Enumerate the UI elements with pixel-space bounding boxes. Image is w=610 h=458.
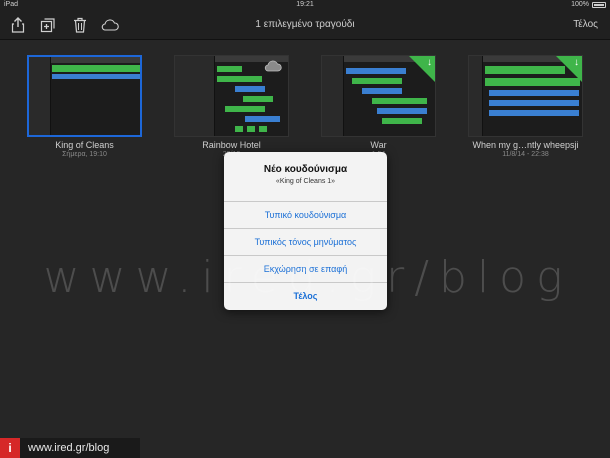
project-date: 11/8/14 - 22:38	[502, 151, 549, 158]
sheet-header: Νέο κουδούνισμα «King of Cleans 1»	[224, 152, 387, 202]
project-name: King of Cleans	[55, 140, 114, 150]
project-name: War	[370, 140, 387, 150]
project-rainbow-hotel[interactable]: Rainbow Hotel 23/12	[174, 55, 289, 158]
download-icon: ↓	[427, 57, 432, 68]
done-button[interactable]: Τέλος	[573, 19, 598, 30]
project-when-my-guitar[interactable]: ↓ When my g…ntly wheepsji 11/8/14 - 22:3…	[468, 55, 583, 158]
project-king-of-cleans[interactable]: King of Cleans Σήμερα, 19:10	[27, 55, 142, 158]
watermark-text: www.ired.gr/blog	[43, 252, 573, 303]
clock: 19:21	[296, 1, 314, 8]
project-thumbnail	[174, 55, 289, 137]
cloud-icon	[264, 60, 282, 72]
page-title: 1 επιλεγμένο τραγούδι	[255, 19, 355, 30]
status-bar: iPad 19:21 100%	[0, 0, 610, 10]
battery-percent: 100%	[571, 1, 589, 8]
project-thumbnail: ↓	[468, 55, 583, 137]
toolbar: 1 επιλεγμένο τραγούδι Τέλος	[0, 10, 610, 40]
project-date: Σήμερα, 19:10	[62, 151, 107, 158]
project-thumbnail	[27, 55, 142, 137]
battery-icon	[592, 1, 606, 8]
project-war[interactable]: ↓ War 1:54	[321, 55, 436, 158]
sheet-title: Νέο κουδούνισμα	[263, 164, 348, 175]
download-icon: ↓	[574, 57, 579, 68]
watermark-logo: i	[0, 438, 20, 458]
project-name: When my g…ntly wheepsji	[472, 140, 579, 150]
watermark-url: www.ired.gr/blog	[28, 442, 110, 454]
standard-ringtone-button[interactable]: Τυπικό κουδούνισμα	[224, 202, 387, 229]
project-name: Rainbow Hotel	[202, 140, 261, 150]
project-thumbnail: ↓	[321, 55, 436, 137]
sheet-subtitle: «King of Cleans 1»	[275, 178, 336, 185]
watermark-banner: i www.ired.gr/blog	[0, 438, 140, 458]
battery-indicator: 100%	[571, 1, 606, 8]
